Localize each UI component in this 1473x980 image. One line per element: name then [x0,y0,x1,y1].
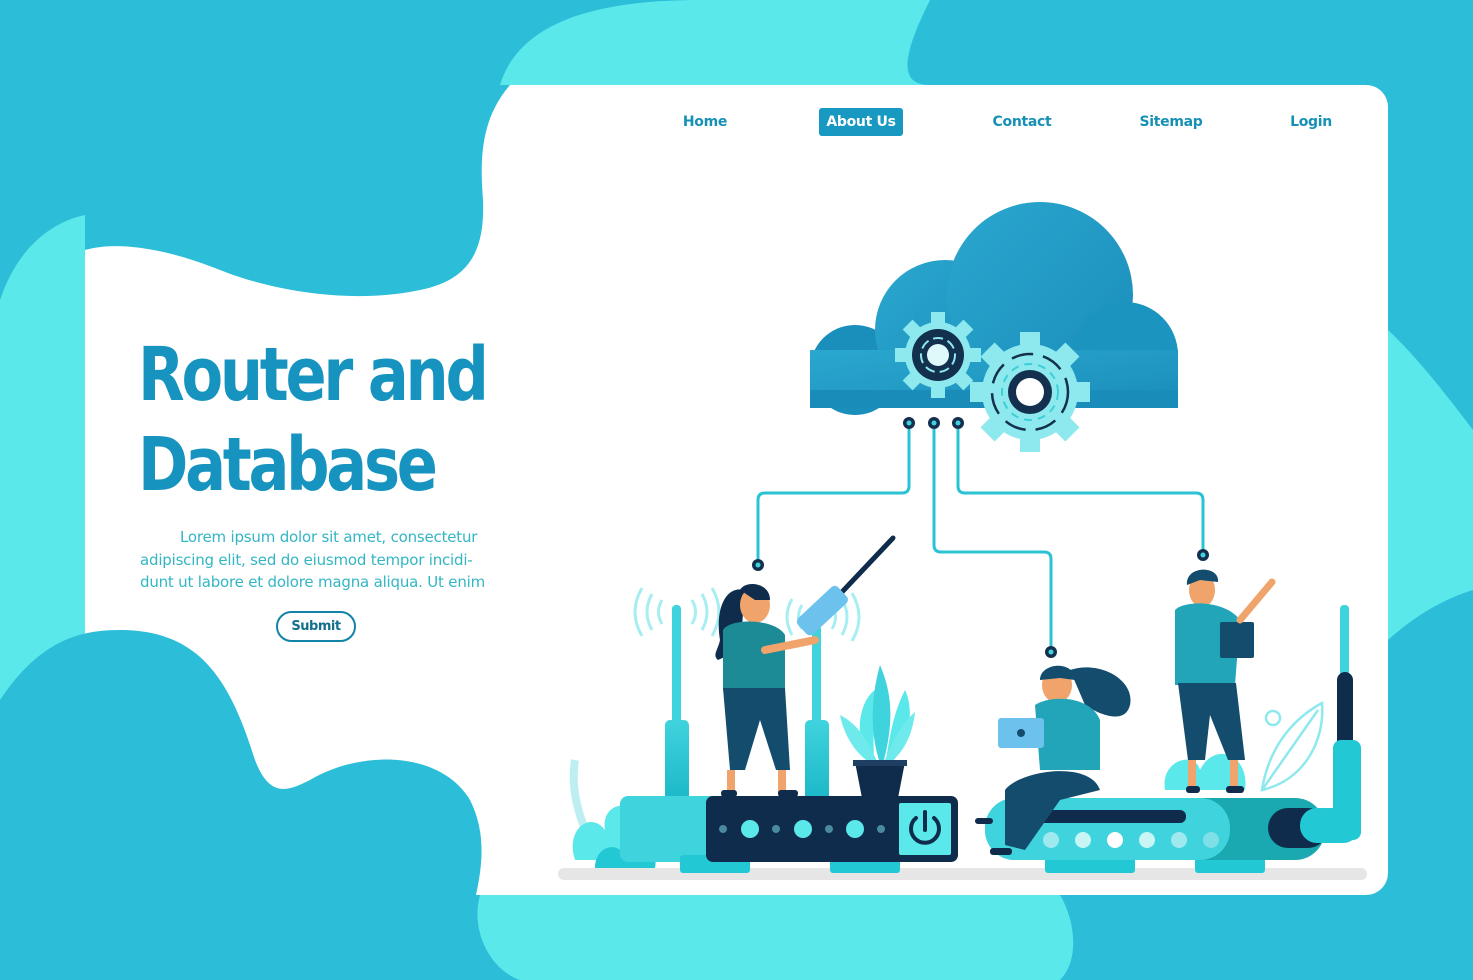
nav-contact[interactable]: Contact [988,108,1056,136]
paragraph-line: dunt ut labore et dolore magna aliqua. U… [140,573,486,591]
paragraph-line: adipiscing elit, sed do eiusmod tempor i… [140,550,473,569]
nav-home[interactable]: Home [676,108,734,136]
nav-login[interactable]: Login [1286,108,1336,136]
title-line-1: Router and [138,332,489,418]
title-line-2: Database [138,422,438,508]
nav-sitemap[interactable]: Sitemap [1135,108,1207,136]
submit-button[interactable]: Submit [276,611,356,642]
nav-about-us[interactable]: About Us [819,108,903,136]
paragraph-line: Lorem ipsum dolor sit amet, consectetur [180,528,478,546]
page-title: Router and Database [138,330,489,510]
hero-paragraph: Lorem ipsum dolor sit amet, consectetur … [140,526,500,594]
